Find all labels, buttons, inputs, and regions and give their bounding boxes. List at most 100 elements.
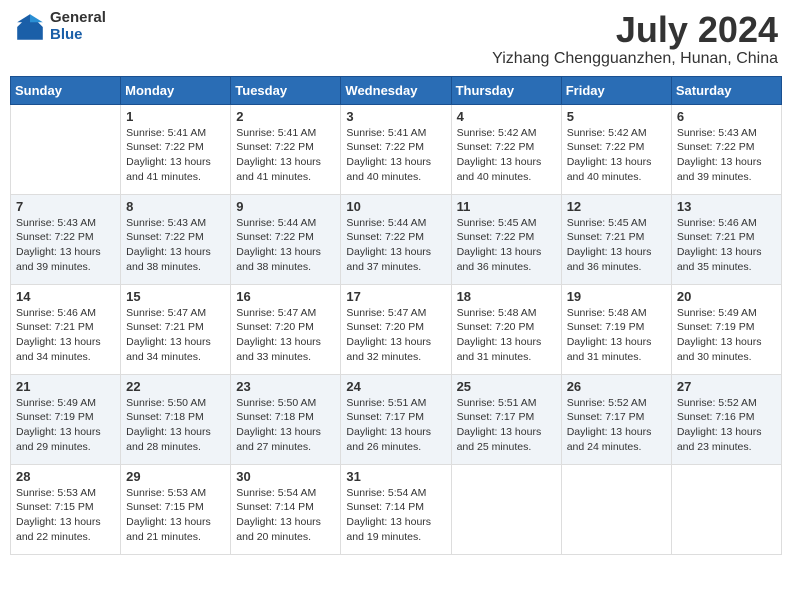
calendar-cell: 15Sunrise: 5:47 AMSunset: 7:21 PMDayligh… bbox=[121, 284, 231, 374]
cell-info: Sunrise: 5:44 AMSunset: 7:22 PMDaylight:… bbox=[236, 216, 335, 275]
calendar-cell: 3 Sunrise: 5:41 AMSunset: 7:22 PMDaylight… bbox=[341, 104, 451, 194]
calendar-cell: 22 Sunrise: 5:50 AMSunset: 7:18 PMDayligh… bbox=[121, 374, 231, 464]
day-number: 3 bbox=[346, 109, 445, 124]
calendar-cell bbox=[561, 464, 671, 554]
cell-info: Sunrise: 5:47 AMSunset: 7:20 PMDaylight:… bbox=[346, 306, 445, 365]
day-number: 9 bbox=[236, 199, 335, 214]
day-number: 29 bbox=[126, 469, 225, 484]
calendar-cell: 12Sunrise: 5:45 AMSunset: 7:21 PMDayligh… bbox=[561, 194, 671, 284]
cell-info: Sunrise: 5:42 AMSunset: 7:22 PMDaylight:… bbox=[567, 126, 666, 185]
day-header-thursday: Thursday bbox=[451, 76, 561, 104]
calendar-cell: 11 Sunrise: 5:45 AMSunset: 7:22 PMDayligh… bbox=[451, 194, 561, 284]
cell-info: Sunrise: 5:49 AMSunset: 7:19 PMDaylight:… bbox=[677, 306, 776, 365]
day-number: 31 bbox=[346, 469, 445, 484]
cell-info: Sunrise: 5:52 AMSunset: 7:17 PMDaylight:… bbox=[567, 396, 666, 455]
day-number: 2 bbox=[236, 109, 335, 124]
cell-info: Sunrise: 5:51 AMSunset: 7:17 PMDaylight:… bbox=[346, 396, 445, 455]
location-title: Yizhang Chengguanzhen, Hunan, China bbox=[492, 50, 778, 68]
cell-info: Sunrise: 5:41 AMSunset: 7:22 PMDaylight:… bbox=[126, 126, 225, 185]
calendar-cell: 6Sunrise: 5:43 AMSunset: 7:22 PMDaylight… bbox=[671, 104, 781, 194]
calendar-cell: 29 Sunrise: 5:53 AMSunset: 7:15 PMDayligh… bbox=[121, 464, 231, 554]
calendar-cell: 31 Sunrise: 5:54 AMSunset: 7:14 PMDayligh… bbox=[341, 464, 451, 554]
cell-info: Sunrise: 5:45 AMSunset: 7:22 PMDaylight:… bbox=[457, 216, 556, 275]
calendar-cell: 30 Sunrise: 5:54 AMSunset: 7:14 PMDayligh… bbox=[231, 464, 341, 554]
calendar-cell bbox=[11, 104, 121, 194]
cell-info: Sunrise: 5:43 AMSunset: 7:22 PMDaylight:… bbox=[126, 216, 225, 275]
cell-info: Sunrise: 5:41 AMSunset: 7:22 PMDaylight:… bbox=[346, 126, 445, 185]
day-number: 27 bbox=[677, 379, 776, 394]
cell-info: Sunrise: 5:43 AMSunset: 7:22 PMDaylight:… bbox=[677, 126, 776, 185]
day-header-tuesday: Tuesday bbox=[231, 76, 341, 104]
logo: General Blue bbox=[14, 10, 106, 43]
days-of-week-row: SundayMondayTuesdayWednesdayThursdayFrid… bbox=[11, 76, 782, 104]
calendar-cell: 8Sunrise: 5:43 AMSunset: 7:22 PMDaylight… bbox=[121, 194, 231, 284]
calendar-cell: 2Sunrise: 5:41 AMSunset: 7:22 PMDaylight… bbox=[231, 104, 341, 194]
calendar-cell: 25 Sunrise: 5:51 AMSunset: 7:17 PMDayligh… bbox=[451, 374, 561, 464]
day-header-saturday: Saturday bbox=[671, 76, 781, 104]
day-number: 25 bbox=[457, 379, 556, 394]
calendar-cell: 14 Sunrise: 5:46 AMSunset: 7:21 PMDayligh… bbox=[11, 284, 121, 374]
cell-info: Sunrise: 5:47 AMSunset: 7:20 PMDaylight:… bbox=[236, 306, 335, 365]
cell-info: Sunrise: 5:53 AMSunset: 7:15 PMDaylight:… bbox=[16, 486, 115, 545]
day-header-sunday: Sunday bbox=[11, 76, 121, 104]
calendar-cell: 18 Sunrise: 5:48 AMSunset: 7:20 PMDayligh… bbox=[451, 284, 561, 374]
day-number: 20 bbox=[677, 289, 776, 304]
calendar-cell: 17 Sunrise: 5:47 AMSunset: 7:20 PMDayligh… bbox=[341, 284, 451, 374]
logo-general-text: General bbox=[50, 10, 106, 27]
day-number: 7 bbox=[16, 199, 115, 214]
calendar-cell: 7 Sunrise: 5:43 AMSunset: 7:22 PMDaylight… bbox=[11, 194, 121, 284]
calendar-cell: 9 Sunrise: 5:44 AMSunset: 7:22 PMDaylight… bbox=[231, 194, 341, 284]
calendar-cell: 1Sunrise: 5:41 AMSunset: 7:22 PMDaylight… bbox=[121, 104, 231, 194]
calendar-cell: 4 Sunrise: 5:42 AMSunset: 7:22 PMDaylight… bbox=[451, 104, 561, 194]
calendar-cell: 16 Sunrise: 5:47 AMSunset: 7:20 PMDayligh… bbox=[231, 284, 341, 374]
calendar-body: 1Sunrise: 5:41 AMSunset: 7:22 PMDaylight… bbox=[11, 104, 782, 554]
cell-info: Sunrise: 5:50 AMSunset: 7:18 PMDaylight:… bbox=[126, 396, 225, 455]
day-number: 10 bbox=[346, 199, 445, 214]
cell-info: Sunrise: 5:42 AMSunset: 7:22 PMDaylight:… bbox=[457, 126, 556, 185]
cell-info: Sunrise: 5:54 AMSunset: 7:14 PMDaylight:… bbox=[236, 486, 335, 545]
calendar-table: SundayMondayTuesdayWednesdayThursdayFrid… bbox=[10, 76, 782, 555]
calendar-cell: 10 Sunrise: 5:44 AMSunset: 7:22 PMDayligh… bbox=[341, 194, 451, 284]
day-number: 16 bbox=[236, 289, 335, 304]
logo-text: General Blue bbox=[50, 10, 106, 43]
logo-blue-text: Blue bbox=[50, 27, 106, 44]
cell-info: Sunrise: 5:54 AMSunset: 7:14 PMDaylight:… bbox=[346, 486, 445, 545]
calendar-cell: 20 Sunrise: 5:49 AMSunset: 7:19 PMDayligh… bbox=[671, 284, 781, 374]
day-number: 28 bbox=[16, 469, 115, 484]
cell-info: Sunrise: 5:52 AMSunset: 7:16 PMDaylight:… bbox=[677, 396, 776, 455]
day-number: 4 bbox=[457, 109, 556, 124]
day-number: 5 bbox=[567, 109, 666, 124]
cell-info: Sunrise: 5:51 AMSunset: 7:17 PMDaylight:… bbox=[457, 396, 556, 455]
calendar-cell: 26 Sunrise: 5:52 AMSunset: 7:17 PMDayligh… bbox=[561, 374, 671, 464]
calendar-cell: 13Sunrise: 5:46 AMSunset: 7:21 PMDayligh… bbox=[671, 194, 781, 284]
cell-info: Sunrise: 5:48 AMSunset: 7:19 PMDaylight:… bbox=[567, 306, 666, 365]
calendar-cell: 23Sunrise: 5:50 AMSunset: 7:18 PMDayligh… bbox=[231, 374, 341, 464]
page-header: General Blue July 2024 Yizhang Chengguan… bbox=[10, 10, 782, 68]
day-number: 26 bbox=[567, 379, 666, 394]
cell-info: Sunrise: 5:45 AMSunset: 7:21 PMDaylight:… bbox=[567, 216, 666, 275]
day-number: 13 bbox=[677, 199, 776, 214]
calendar-cell: 27 Sunrise: 5:52 AMSunset: 7:16 PMDayligh… bbox=[671, 374, 781, 464]
day-number: 22 bbox=[126, 379, 225, 394]
calendar-week-1: 1Sunrise: 5:41 AMSunset: 7:22 PMDaylight… bbox=[11, 104, 782, 194]
day-number: 21 bbox=[16, 379, 115, 394]
day-number: 17 bbox=[346, 289, 445, 304]
day-number: 30 bbox=[236, 469, 335, 484]
cell-info: Sunrise: 5:53 AMSunset: 7:15 PMDaylight:… bbox=[126, 486, 225, 545]
cell-info: Sunrise: 5:44 AMSunset: 7:22 PMDaylight:… bbox=[346, 216, 445, 275]
cell-info: Sunrise: 5:48 AMSunset: 7:20 PMDaylight:… bbox=[457, 306, 556, 365]
day-number: 15 bbox=[126, 289, 225, 304]
day-number: 18 bbox=[457, 289, 556, 304]
calendar-cell: 24 Sunrise: 5:51 AMSunset: 7:17 PMDayligh… bbox=[341, 374, 451, 464]
day-number: 11 bbox=[457, 199, 556, 214]
day-number: 24 bbox=[346, 379, 445, 394]
cell-info: Sunrise: 5:46 AMSunset: 7:21 PMDaylight:… bbox=[16, 306, 115, 365]
calendar-header: SundayMondayTuesdayWednesdayThursdayFrid… bbox=[11, 76, 782, 104]
cell-info: Sunrise: 5:43 AMSunset: 7:22 PMDaylight:… bbox=[16, 216, 115, 275]
logo-icon bbox=[14, 11, 46, 43]
day-number: 14 bbox=[16, 289, 115, 304]
calendar-week-3: 14 Sunrise: 5:46 AMSunset: 7:21 PMDayligh… bbox=[11, 284, 782, 374]
calendar-week-5: 28 Sunrise: 5:53 AMSunset: 7:15 PMDayligh… bbox=[11, 464, 782, 554]
cell-info: Sunrise: 5:50 AMSunset: 7:18 PMDaylight:… bbox=[236, 396, 335, 455]
calendar-cell: 28 Sunrise: 5:53 AMSunset: 7:15 PMDayligh… bbox=[11, 464, 121, 554]
